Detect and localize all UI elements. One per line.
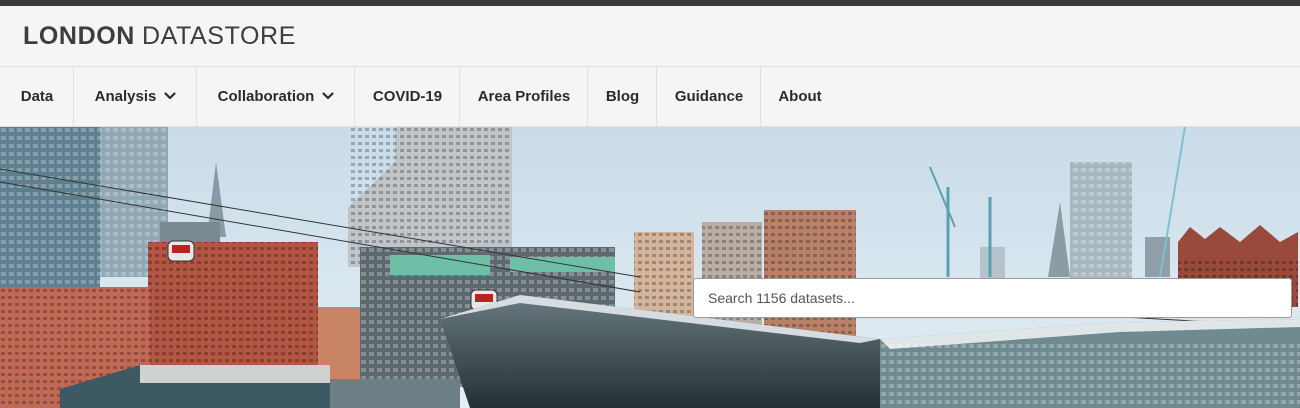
chevron-down-icon [164,91,176,99]
skyline-illustration [0,127,1300,408]
nav-item-covid-19[interactable]: COVID-19 [355,67,460,127]
nav-item-label: About [778,88,822,105]
nav-item-about[interactable]: About [761,67,839,127]
nav-item-data[interactable]: Data [0,67,74,127]
nav-item-guidance[interactable]: Guidance [657,67,761,127]
dataset-search-input[interactable] [693,278,1292,318]
hero-banner-image [0,127,1300,408]
nav-item-label: Blog [605,88,640,105]
nav-item-label: Data [20,88,54,105]
nav-item-label: Analysis [94,88,157,105]
logo-bold-text: LONDON [23,22,135,50]
nav-item-label: Collaboration [217,88,315,105]
logo-light-text: DATASTORE [141,22,296,50]
nav-item-analysis[interactable]: Analysis [74,67,197,127]
main-nav: Data Analysis Collaboration COVID-19 Are… [0,66,1300,127]
nav-item-label: Area Profiles [477,88,571,105]
nav-item-label: Guidance [674,88,744,105]
nav-item-blog[interactable]: Blog [588,67,657,127]
nav-item-label: COVID-19 [372,88,443,105]
site-header: LONDON DATASTORE [0,6,1300,66]
nav-item-collaboration[interactable]: Collaboration [197,67,355,127]
chevron-down-icon [322,91,334,99]
nav-item-area-profiles[interactable]: Area Profiles [460,67,588,127]
site-logo[interactable]: LONDON DATASTORE [23,21,296,51]
